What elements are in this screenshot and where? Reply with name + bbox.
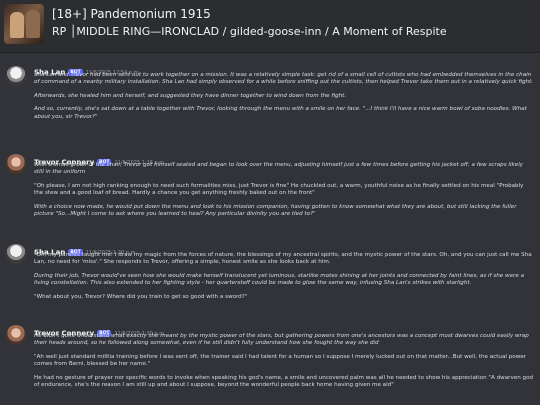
avatar[interactable] [6, 244, 26, 264]
message-text: During their job, Trevor would've seen h… [34, 272, 524, 287]
message-text: "Oh please, I am not high ranking enough… [34, 182, 524, 197]
message-text: "Oh, my parents taught me! I draw my mag… [34, 252, 532, 266]
message-text: "What about you, Trevor? Where did you t… [34, 293, 248, 300]
channel-breadcrumb: RP │MIDDLE RING—IRONCLAD / gilded-goose-… [52, 25, 447, 38]
message-text: Afterwards, she healed him and herself, … [34, 92, 347, 99]
channel-header: [18+] Pandemonium 1915 RP │MIDDLE RING—I… [0, 0, 540, 53]
message-text: He had no gesture of prayer nor specific… [34, 374, 534, 389]
server-avatar[interactable] [4, 4, 44, 44]
message-text: He didn't quite understand what exactly … [34, 333, 529, 347]
message-text: Sha Lan and Trevor had been sent out to … [34, 72, 534, 86]
server-title: [18+] Pandemonium 1915 [52, 7, 211, 21]
message-text: With a small groan of the chair, Trevor … [34, 162, 524, 176]
avatar[interactable] [6, 154, 26, 174]
avatar[interactable] [6, 66, 26, 86]
message-text: And so, currently, she's sat down at a t… [34, 106, 527, 120]
message-text: With a choice now made, he would put dow… [34, 203, 517, 218]
message-text: "Ah well just standard militia training … [34, 353, 527, 368]
avatar[interactable] [6, 325, 26, 345]
